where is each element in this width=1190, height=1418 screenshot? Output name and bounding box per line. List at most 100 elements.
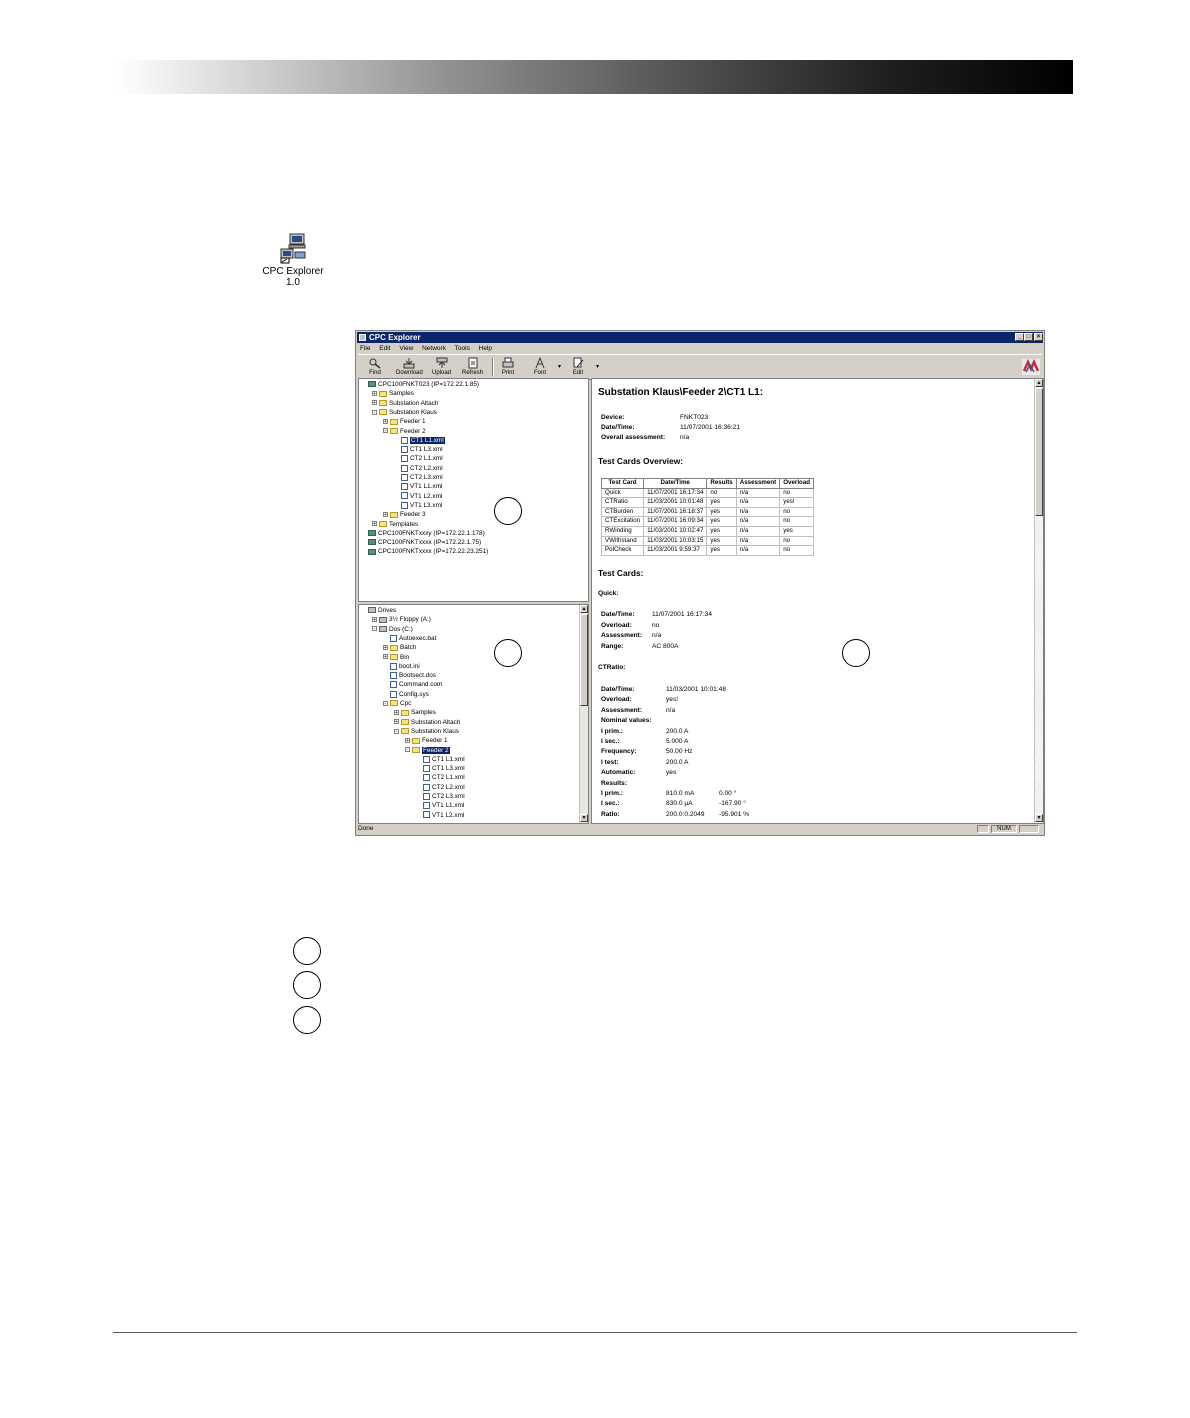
folder-icon bbox=[390, 418, 398, 425]
tree-item[interactable]: +3½ Floppy (A:) bbox=[372, 615, 431, 624]
expand-icon[interactable]: + bbox=[372, 391, 377, 397]
print-button[interactable]: Print bbox=[501, 357, 515, 377]
menu-view[interactable]: View bbox=[399, 345, 413, 352]
tree-item[interactable]: + Feeder 1 bbox=[383, 417, 426, 426]
tree-item[interactable]: - Cpc bbox=[383, 699, 411, 708]
callout-marker-drive-tree bbox=[494, 639, 522, 667]
tree-item[interactable]: CPC100FNKTxxxy (IP=172.22.1.178) bbox=[361, 529, 485, 538]
expand-icon[interactable]: + bbox=[383, 645, 388, 651]
menu-file[interactable]: File bbox=[360, 345, 370, 352]
tree-item[interactable]: + Samples bbox=[372, 389, 414, 398]
collapse-icon[interactable]: - bbox=[372, 409, 377, 415]
collapse-icon[interactable]: - bbox=[383, 700, 388, 706]
close-button[interactable]: × bbox=[1034, 333, 1043, 341]
tree-item[interactable]: CT2 L3.xml bbox=[416, 792, 465, 801]
tree-item[interactable]: CPC100FNKTxxxx (IP=172.22.23.251) bbox=[361, 547, 488, 556]
collapse-icon[interactable]: - bbox=[383, 428, 388, 434]
tree-item[interactable]: VT1 L1.xml bbox=[416, 801, 464, 810]
tree-item[interactable]: - Substation Klaus bbox=[394, 727, 459, 736]
tree-item[interactable]: CT2 L1.xml bbox=[394, 454, 443, 463]
menu-tools[interactable]: Tools bbox=[455, 345, 470, 352]
desktop-shortcut-cpc-explorer[interactable]: CPC Explorer 1.0 bbox=[258, 232, 328, 288]
expand-icon[interactable]: + bbox=[394, 719, 399, 725]
report-scrollbar[interactable]: ▲ ▼ bbox=[1034, 379, 1043, 823]
expand-icon[interactable]: + bbox=[394, 710, 399, 716]
tree-item[interactable]: CT2 L2.xml bbox=[394, 464, 443, 473]
tree-item[interactable]: + Feeder 1 bbox=[405, 736, 448, 745]
tree-item[interactable]: + Samples bbox=[394, 708, 436, 717]
refresh-button[interactable]: Refresh bbox=[462, 357, 483, 377]
tree-item[interactable]: + Substation Altach bbox=[372, 399, 438, 408]
scroll-thumb[interactable] bbox=[580, 614, 588, 706]
tree-item[interactable]: + Bin bbox=[383, 653, 409, 662]
expand-icon[interactable]: + bbox=[383, 512, 388, 518]
collapse-icon[interactable]: - bbox=[394, 728, 399, 734]
tree-item-label: CT2 L3.xml bbox=[410, 474, 443, 481]
expand-icon[interactable]: + bbox=[372, 400, 377, 406]
tree-item[interactable]: VT1 L2.xml bbox=[416, 811, 464, 820]
file-icon bbox=[390, 634, 397, 642]
collapse-icon[interactable]: - bbox=[372, 626, 377, 632]
tree-item[interactable]: VT1 L1.xml bbox=[394, 482, 442, 491]
table-cell: n/a bbox=[735, 535, 781, 547]
tree-item[interactable]: + Substation Altach bbox=[394, 718, 460, 727]
title-bar[interactable]: CPC Explorer _ □ × bbox=[357, 332, 1043, 343]
scroll-up-arrow-icon[interactable]: ▲ bbox=[580, 605, 588, 613]
expand-icon[interactable]: + bbox=[372, 521, 377, 527]
collapse-icon[interactable]: - bbox=[405, 747, 410, 753]
tree-item[interactable]: CT1 L3.xml bbox=[416, 764, 465, 773]
tree-item[interactable]: - Feeder 2 bbox=[405, 746, 450, 755]
tree-item[interactable]: CT1 L1.xml bbox=[416, 755, 465, 764]
tree-item[interactable]: boot.ini bbox=[383, 662, 420, 671]
tree-item[interactable]: CT2 L3.xml bbox=[394, 473, 443, 482]
expand-icon[interactable]: + bbox=[383, 654, 388, 660]
tree-item-label: Templates bbox=[389, 520, 419, 528]
tree-item[interactable]: VT1 L2.xml bbox=[394, 492, 442, 501]
expand-icon[interactable]: + bbox=[372, 617, 377, 623]
edit-button[interactable]: Edit bbox=[571, 357, 585, 377]
tree-item[interactable]: - Dos (C:) bbox=[372, 625, 413, 634]
font-dropdown-arrow-icon[interactable]: ▾ bbox=[558, 364, 561, 371]
tree-item[interactable]: CPC100FNKTxxxx (IP=172.22.1.75) bbox=[361, 538, 481, 547]
scroll-down-arrow-icon[interactable]: ▼ bbox=[580, 814, 588, 822]
table-cell: yes bbox=[706, 516, 737, 527]
table-cell: Quick bbox=[600, 487, 645, 499]
table-row: Quick 11/07/2001 16:17:34 no n/a no bbox=[600, 487, 815, 499]
upload-icon bbox=[436, 357, 447, 368]
tree-item[interactable]: Autoexec.bat bbox=[383, 634, 436, 643]
menu-network[interactable]: Network bbox=[422, 345, 446, 352]
xml-file-icon bbox=[423, 792, 430, 800]
report-scroll-thumb[interactable] bbox=[1035, 388, 1043, 516]
tree-item[interactable]: CT2 L1.xml bbox=[416, 773, 465, 782]
find-button[interactable]: Find bbox=[368, 357, 382, 377]
download-button[interactable]: Download bbox=[396, 357, 423, 377]
tree-item[interactable]: VT1 L3.xml bbox=[394, 501, 442, 510]
tree-item[interactable]: Drives bbox=[361, 606, 396, 615]
tree-item[interactable]: CT1 L3.xml bbox=[394, 445, 443, 454]
minimize-button[interactable]: _ bbox=[1015, 333, 1024, 341]
tree-item[interactable]: + Templates bbox=[372, 520, 418, 529]
tree-item[interactable]: CPC100FNKT023 (IP=172.22.1.85) bbox=[361, 380, 479, 389]
menu-edit[interactable]: Edit bbox=[379, 345, 390, 352]
tree-item[interactable]: - Feeder 2 bbox=[383, 427, 426, 436]
tree-item[interactable]: Bootsect.dos bbox=[383, 671, 436, 680]
report-scroll-up-arrow-icon[interactable]: ▲ bbox=[1035, 379, 1043, 387]
datetime-label: Date/Time: bbox=[601, 424, 635, 431]
edit-dropdown-arrow-icon[interactable]: ▾ bbox=[596, 364, 599, 371]
font-button[interactable]: Font bbox=[533, 357, 547, 377]
expand-icon[interactable]: + bbox=[405, 738, 410, 744]
maximize-button[interactable]: □ bbox=[1024, 333, 1033, 341]
tree-item[interactable]: Command.com bbox=[383, 680, 442, 689]
tree-item[interactable]: Config.sys bbox=[383, 690, 429, 699]
tree-item[interactable]: - Substation Klaus bbox=[372, 408, 437, 417]
expand-icon[interactable]: + bbox=[383, 419, 388, 425]
tree-item[interactable]: + Batch bbox=[383, 643, 416, 652]
tree-item[interactable]: CT1 L1.xml bbox=[394, 436, 445, 445]
tree-item[interactable]: + Feeder 3 bbox=[383, 510, 426, 519]
upload-button[interactable]: Upload bbox=[432, 357, 451, 377]
tree-item[interactable]: CT2 L2.xml bbox=[416, 783, 465, 792]
report-scroll-down-arrow-icon[interactable]: ▼ bbox=[1035, 814, 1043, 822]
drive-tree-scrollbar[interactable]: ▲ ▼ bbox=[579, 605, 588, 823]
menu-help[interactable]: Help bbox=[479, 345, 492, 352]
table-cell: CTExcitation bbox=[600, 516, 645, 527]
